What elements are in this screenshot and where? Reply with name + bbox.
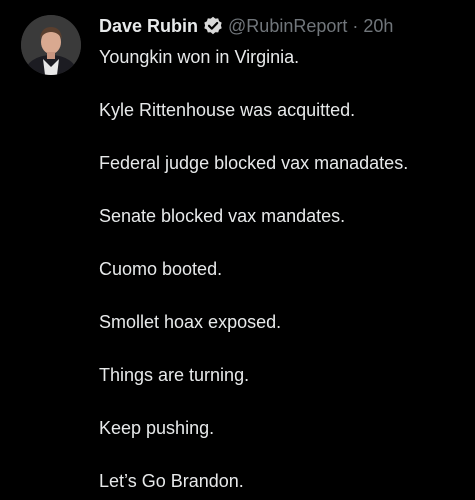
tweet-line: Cuomo booted. — [99, 259, 223, 279]
tweet-line: Federal judge blocked vax manadates. — [99, 153, 409, 173]
tweet-header: Dave Rubin @RubinReport · 20h — [99, 15, 467, 37]
tweet-text: Youngkin won in Virginia. Kyle Rittenhou… — [99, 46, 467, 492]
tweet-line: Senate blocked vax mandates. — [99, 206, 346, 226]
author-name[interactable]: Dave Rubin — [99, 15, 198, 37]
separator-dot: · — [352, 16, 359, 36]
tweet-line: Let’s Go Brandon. — [99, 471, 244, 491]
tweet-line: Keep pushing. — [99, 418, 215, 438]
avatar[interactable] — [21, 15, 81, 75]
timestamp[interactable]: 20h — [363, 15, 393, 37]
tweet-line: Youngkin won in Virginia. — [99, 47, 300, 67]
verified-badge-icon — [203, 16, 223, 36]
tweet-line: Things are turning. — [99, 365, 250, 385]
tweet-content: Dave Rubin @RubinReport · 20h Youngkin w… — [99, 15, 467, 492]
tweet: Dave Rubin @RubinReport · 20h Youngkin w… — [0, 0, 475, 500]
tweet-line: Kyle Rittenhouse was acquitted. — [99, 100, 356, 120]
author-handle[interactable]: @RubinReport — [228, 15, 347, 37]
tweet-line: Smollet hoax exposed. — [99, 312, 282, 332]
